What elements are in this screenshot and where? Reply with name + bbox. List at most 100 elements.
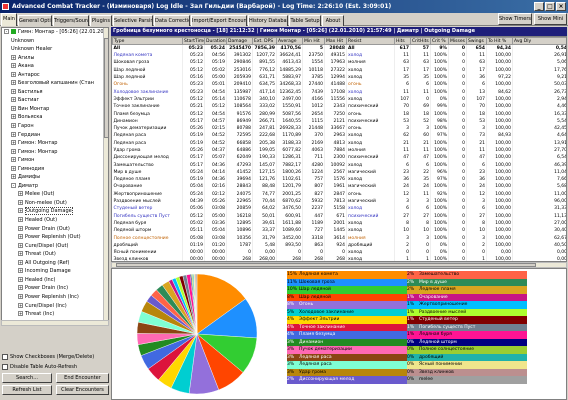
table-row[interactable]: Диссонирующая мелод 05:17 05:07 62049 190,33… [112,154,566,162]
tab-import-export-encounters[interactable]: Import/Export Encounters [191,15,247,26]
table-row[interactable]: дробящий 01:19 01:20 1787 5,48 893,50 863 924 др… [112,241,566,250]
search-button[interactable]: Search... [2,373,52,383]
tree-node[interactable]: + Гимон: Монтар [2,148,108,157]
table-row[interactable]: Пламя безумца 05:12 04:54 91576 280,99 5087,5… [112,110,566,118]
tree-node[interactable]: + Вольяска [2,113,108,122]
expand-icon[interactable]: + [18,251,23,257]
table-row[interactable]: Ледяной шторм 05:11 05:04 10896 33,37 1089,60… [112,227,566,235]
expand-icon[interactable]: + [18,276,23,282]
column-header-max-hit[interactable]: Max Hit [324,37,347,45]
tree-node[interactable]: + Threat (Out) [2,250,108,259]
tab-history-database[interactable]: History Database [248,15,288,26]
table-row[interactable]: Точное заклинание 05:21 05:12 108564 333,02 1… [112,103,566,111]
column-header-duration[interactable]: Duration [204,37,227,45]
tree-node[interactable]: - Диматр [2,182,108,191]
column-header-type[interactable]: Type [112,37,183,45]
tree-scroll-thumb[interactable] [104,38,108,138]
expand-icon[interactable]: + [11,157,16,163]
expand-icon[interactable]: + [18,191,23,197]
table-row[interactable]: Студеный ветер 05:06 03:08 20859 64,02 3476,5… [112,205,566,213]
expand-icon[interactable]: + [11,174,16,180]
show-checkboxes-option[interactable]: Show Checkboxes (Merge/Delete) [2,353,94,361]
tree-horizontal-scrollbar[interactable] [1,320,109,326]
tree-node[interactable]: + Бастилья [2,88,108,97]
table-row[interactable]: Холодовое заклинание 05:23 04:54 135987 417,… [112,88,566,96]
expand-icon[interactable]: + [18,302,23,308]
tree-node[interactable]: + All Outgoing (Ref) [2,259,108,268]
table-row[interactable]: All 05:23 05:24 2545470 7856,39 4170,56 5 28048… [112,44,566,52]
tree-node[interactable]: + Бастиаг [2,96,108,105]
tab-table-setup[interactable]: Table Setup [289,15,321,26]
column-header-damage[interactable]: Damage [226,37,253,45]
expand-icon[interactable]: + [18,208,23,214]
table-row[interactable]: Раздвоение мыслей 04:39 05:26 22965 70,44 687… [112,197,566,206]
column-header-average[interactable]: Average [276,37,303,45]
expand-icon[interactable]: + [18,234,23,240]
tree-node[interactable]: - Гимн: Монтар - [05:26] (22.01.20 [2,28,108,37]
tree-node[interactable]: + Power Drain (Out) [2,225,108,234]
clear-encounters-button[interactable]: Clear Encounters [56,385,109,395]
disable-refresh-checkbox[interactable] [2,363,8,370]
tree-node[interactable]: + Гарон [2,122,108,131]
expand-icon[interactable]: + [18,225,23,231]
tab-data-correction[interactable]: Data Correction [154,15,190,26]
table-row[interactable]: Ледяная буря 05:02 03:36 12895 39,61 1611,88 1… [112,219,566,228]
column-header-min-hit[interactable]: Min Hit [302,37,325,45]
tree-node[interactable]: + Cure/Dispel (Out) [2,242,108,251]
tree-node[interactable]: + Power Replenish (Out) [2,233,108,242]
tree-node[interactable]: + Агилы [2,54,108,63]
expand-icon[interactable]: + [18,293,23,299]
tree-node[interactable]: Unknown Healer [2,45,108,54]
table-row[interactable]: Шоковая гроза 05:12 05:19 290846 891,55 4613,… [112,59,566,67]
expand-icon[interactable]: + [11,165,16,171]
expand-icon[interactable]: + [11,140,16,146]
tab-about[interactable]: About [322,15,344,26]
column-header-avg-dly[interactable]: Avg Dly [512,37,566,45]
tree-node[interactable]: + Гердиан [2,131,108,140]
table-row[interactable]: Пучок дематеризации 05:26 02:15 80788 247,81… [112,124,566,133]
table-scroll-thumb[interactable] [116,263,536,267]
expand-icon[interactable]: + [11,71,16,77]
expand-icon[interactable]: + [11,80,16,86]
refresh-list-button[interactable]: Refresh List [2,385,52,395]
table-row[interactable]: Очарование 05:04 02:16 28843 88,48 1201,79 807… [112,183,566,191]
tree-node[interactable]: Unknown [2,37,108,46]
show-mini-button[interactable]: Show Mini [534,13,567,25]
expand-icon[interactable]: + [11,148,16,154]
show-checkboxes-checkbox[interactable] [2,353,8,360]
show-timers-button[interactable]: Show Timers [498,13,532,25]
table-row[interactable]: Погибель существ Пуст 05:12 05:00 16218 50,0… [112,212,566,220]
expand-icon[interactable]: + [11,114,16,120]
tree-node[interactable]: + Антарос [2,71,108,80]
expand-icon[interactable]: + [18,268,23,274]
table-row[interactable]: Ясный понимении 00:00 00:00 0 0,00 0 0 0 холод 0 0… [112,249,566,257]
expand-icon[interactable]: + [11,88,16,94]
tree-node[interactable]: + Non-melee (Out) [2,199,108,208]
table-row[interactable]: Огонь 05:23 05:01 209410 634,75 34268,33 27440… [112,81,566,89]
table-row[interactable]: Ледяное пламя 05:19 04:36 39694 121,76 1102,6… [112,176,566,184]
tree-node[interactable]: + Healed (Out) [2,216,108,225]
expand-icon[interactable]: + [11,123,16,129]
tree-node[interactable]: + Cure/Dispel (Inc) [2,302,108,311]
column-header-misses[interactable]: Misses [448,37,467,45]
expand-icon[interactable]: + [11,63,16,69]
end-encounter-button[interactable]: End Encounter [56,373,109,383]
tree-node[interactable]: + Healed (Inc) [2,276,108,285]
tree-node[interactable]: + Гимнодия [2,165,108,174]
table-row[interactable]: Ледяная раса 05:19 04:52 72595 222,68 1170,89… [112,132,566,140]
table-row[interactable]: Ледяная раса 05:19 04:52 66858 205,38 3188,33… [112,139,566,147]
collapse-icon[interactable]: - [4,29,9,34]
table-row[interactable]: Полное солнцестояние 05:08 03:08 10356 31,79… [112,234,566,242]
tree-vertical-scrollbar[interactable] [103,28,108,321]
expand-icon[interactable]: + [18,311,23,317]
tab-triggers-sounds[interactable]: Triggers/Sounds [53,15,89,26]
damage-table[interactable]: Type StartTime Duration Damage Ext. DPS Avera… [111,36,567,262]
tab-selective-parsing[interactable]: Selective Parsing [113,15,153,26]
tree-node[interactable]: + Гимон [2,156,108,165]
tab-plugins[interactable]: Plugins [90,15,112,26]
tree-node[interactable]: + Power Drain (Inc) [2,284,108,293]
table-row[interactable]: Динамион 05:17 04:57 86949 266,71 1640,55 1115… [112,117,566,125]
tree-node[interactable]: + Вин Монтар [2,105,108,114]
expand-icon[interactable]: + [11,131,16,137]
column-header-to-hit[interactable]: To Hit % [486,37,513,45]
